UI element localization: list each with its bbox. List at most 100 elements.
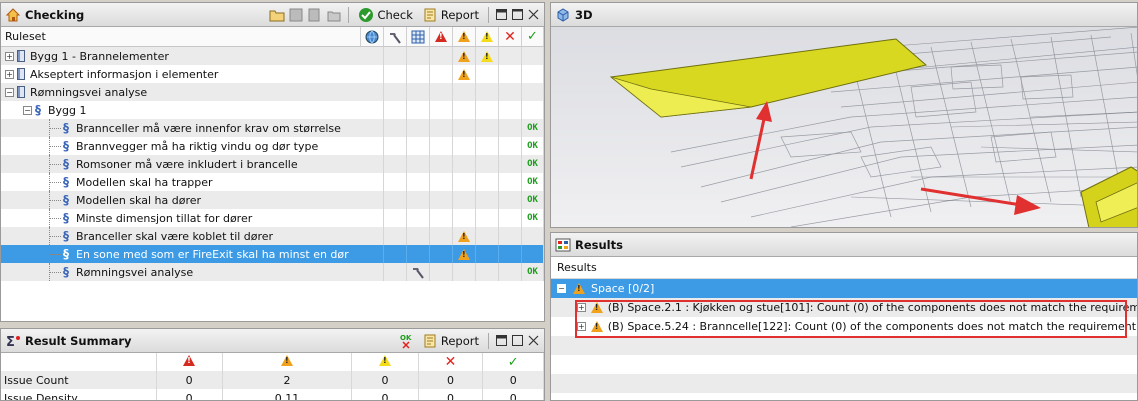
rule-row[interactable]: + Bygg 1 - Brannelementer: [1, 47, 544, 65]
summary-report-button[interactable]: Report: [419, 332, 482, 350]
status-cell: [383, 209, 406, 227]
rule-label: Bygg 1 - Brannelementer: [30, 49, 169, 63]
status-cell: [429, 119, 452, 137]
rejected-column-icon[interactable]: ✕: [498, 27, 521, 46]
rule-row[interactable]: § Minste dimensjon tillat for dører OK: [1, 209, 544, 227]
rule-row-label-cell: § Brannvegger må ha riktig vindu og dør t…: [1, 137, 383, 155]
rule-row[interactable]: § Modellen skal ha dører OK: [1, 191, 544, 209]
approved-column-icon[interactable]: ✓: [521, 27, 544, 46]
expand-icon[interactable]: +: [5, 69, 14, 79]
results-empty-area: [551, 336, 1137, 396]
restore-icon[interactable]: [495, 8, 508, 21]
status-cell: [429, 227, 452, 245]
collapse-icon[interactable]: −: [23, 105, 32, 115]
status-cell: [452, 137, 475, 155]
critical-column-icon[interactable]: [429, 27, 452, 46]
rule-section-icon: §: [63, 211, 69, 225]
open-folder-icon[interactable]: [269, 7, 285, 23]
collapse-icon[interactable]: −: [557, 284, 566, 293]
summary-cell: 0: [482, 389, 544, 400]
folder-icon[interactable]: [326, 7, 342, 23]
grid-icon[interactable]: [288, 7, 304, 23]
rule-row[interactable]: § Romsoner må være inkludert i brancelle O…: [1, 155, 544, 173]
table-column-icon[interactable]: [406, 27, 429, 46]
status-cell: [429, 101, 452, 119]
status-cell: [475, 173, 498, 191]
expand-icon[interactable]: +: [5, 51, 14, 61]
status-cell: [498, 137, 521, 155]
rule-label: Rømningsvei analyse: [30, 85, 148, 99]
results-group-space[interactable]: − Space [0/2]: [551, 279, 1137, 298]
rule-row[interactable]: § Modellen skal ha trapper OK: [1, 173, 544, 191]
status-cell: [429, 191, 452, 209]
status-cell: [406, 191, 429, 209]
rule-label: Brannceller må være innenfor krav om stø…: [76, 121, 341, 135]
rule-row[interactable]: § Brannvegger må ha riktig vindu og dør t…: [1, 137, 544, 155]
results-header: Results: [551, 257, 1137, 279]
status-cell: [475, 137, 498, 155]
report-button[interactable]: Report: [419, 6, 482, 24]
summary-cell: 0: [351, 389, 419, 400]
rule-row[interactable]: − Rømningsvei analyse: [1, 83, 544, 101]
maximize-icon[interactable]: [511, 8, 524, 21]
rule-row[interactable]: − § Bygg 1: [1, 101, 544, 119]
status-cell: OK: [521, 119, 544, 137]
status-cell: [383, 155, 406, 173]
status-cell: [452, 173, 475, 191]
model-viewport[interactable]: [551, 27, 1138, 228]
status-cell: [429, 83, 452, 101]
rule-row-label-cell: § Modellen skal ha dører: [1, 191, 383, 209]
status-cell: [475, 245, 498, 263]
collapse-icon[interactable]: −: [5, 87, 14, 97]
hammer-column-icon[interactable]: [383, 27, 406, 46]
rule-label: En sone med som er FireExit skal ha mins…: [76, 247, 349, 261]
summary-titlebar: Σ Result Summary OK Report: [1, 329, 544, 353]
ok-cancel-icon[interactable]: OK: [400, 333, 416, 349]
svg-text:Σ: Σ: [6, 335, 15, 349]
restore-icon[interactable]: [495, 334, 508, 347]
summary-header-row: ✕ ✓: [1, 353, 544, 371]
rule-row-label-cell: § Rømningsvei analyse: [1, 263, 383, 281]
rule-label: Modellen skal ha trapper: [76, 175, 213, 189]
summary-table: ✕ ✓ Issue Count 0 2 0 0 0 Issue Density …: [1, 353, 544, 400]
rule-label: Romsoner må være inkludert i brancelle: [76, 157, 298, 171]
close-icon[interactable]: [527, 334, 540, 347]
check-button[interactable]: Check: [355, 6, 415, 24]
close-icon[interactable]: [527, 8, 540, 21]
sigma-icon: Σ: [5, 333, 21, 350]
rule-row[interactable]: § Branceller skal være koblet til dører: [1, 227, 544, 245]
status-cell: [452, 119, 475, 137]
toolbar-separator: [488, 332, 489, 349]
rule-row-label-cell: + Bygg 1 - Brannelementer: [1, 47, 383, 65]
status-cell: [383, 83, 406, 101]
results-titlebar: Results: [551, 233, 1137, 257]
report-label: Report: [440, 7, 479, 22]
status-cell: [429, 65, 452, 83]
status-cell: [498, 83, 521, 101]
summary-row: Issue Density 0 0.11 0 0 0: [1, 389, 544, 400]
status-cell: [383, 137, 406, 155]
status-cell: [475, 155, 498, 173]
ok-status: OK: [527, 213, 538, 223]
status-cell: [429, 245, 452, 263]
view-3d-title: 3D: [575, 7, 593, 22]
status-cell: [475, 65, 498, 83]
rule-row[interactable]: § Brannceller må være innenfor krav om st…: [1, 119, 544, 137]
maximize-icon[interactable]: [511, 334, 524, 347]
rule-row[interactable]: + Akseptert informasjon i elementer: [1, 65, 544, 83]
moderate-icon: [222, 353, 353, 371]
ruleset-book-icon: [17, 68, 25, 80]
export-icon[interactable]: [307, 7, 323, 23]
rule-section-icon: §: [35, 103, 41, 117]
rule-row[interactable]: § Rømningsvei analyse OK: [1, 263, 544, 281]
moderate-column-icon[interactable]: [452, 27, 475, 46]
rule-row-label-cell: + Akseptert informasjon i elementer: [1, 65, 383, 83]
status-cell: [406, 137, 429, 155]
low-column-icon[interactable]: [475, 27, 498, 46]
rule-row-label-cell: − Rømningsvei analyse: [1, 83, 383, 101]
status-cell: [498, 155, 521, 173]
rule-row[interactable]: § En sone med som er FireExit skal ha min…: [1, 245, 544, 263]
status-cell: [498, 209, 521, 227]
svg-text:OK: OK: [400, 334, 412, 342]
globe-column-icon[interactable]: [360, 27, 383, 46]
